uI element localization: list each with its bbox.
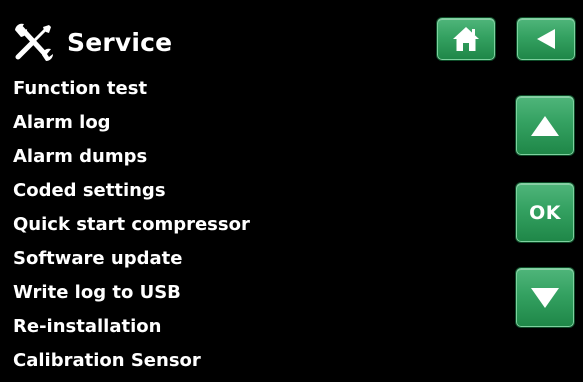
- menu-item-re-installation[interactable]: Re-installation: [13, 314, 250, 348]
- service-menu: Function test Alarm log Alarm dumps Code…: [13, 76, 250, 382]
- page-title: Service: [67, 28, 173, 57]
- menu-item-calibration-sensor[interactable]: Calibration Sensor: [13, 348, 250, 382]
- menu-item-function-test[interactable]: Function test: [13, 76, 250, 110]
- menu-item-coded-settings[interactable]: Coded settings: [13, 178, 250, 212]
- scroll-up-button[interactable]: [516, 96, 574, 155]
- ok-button[interactable]: OK: [516, 183, 574, 242]
- menu-item-write-log-to-usb[interactable]: Write log to USB: [13, 280, 250, 314]
- back-button[interactable]: [517, 18, 575, 60]
- home-icon: [451, 25, 481, 53]
- tools-icon: [12, 22, 56, 62]
- service-screen: Service Function test Alarm log Alarm du…: [0, 0, 583, 376]
- ok-button-label: OK: [529, 201, 561, 224]
- menu-item-alarm-log[interactable]: Alarm log: [13, 110, 250, 144]
- menu-item-software-update[interactable]: Software update: [13, 246, 250, 280]
- scroll-down-button[interactable]: [516, 268, 574, 327]
- home-button[interactable]: [437, 18, 495, 60]
- up-arrow-icon: [529, 113, 561, 139]
- menu-item-quick-start-compressor[interactable]: Quick start compressor: [13, 212, 250, 246]
- back-arrow-icon: [533, 26, 559, 52]
- menu-item-alarm-dumps[interactable]: Alarm dumps: [13, 144, 250, 178]
- down-arrow-icon: [529, 285, 561, 311]
